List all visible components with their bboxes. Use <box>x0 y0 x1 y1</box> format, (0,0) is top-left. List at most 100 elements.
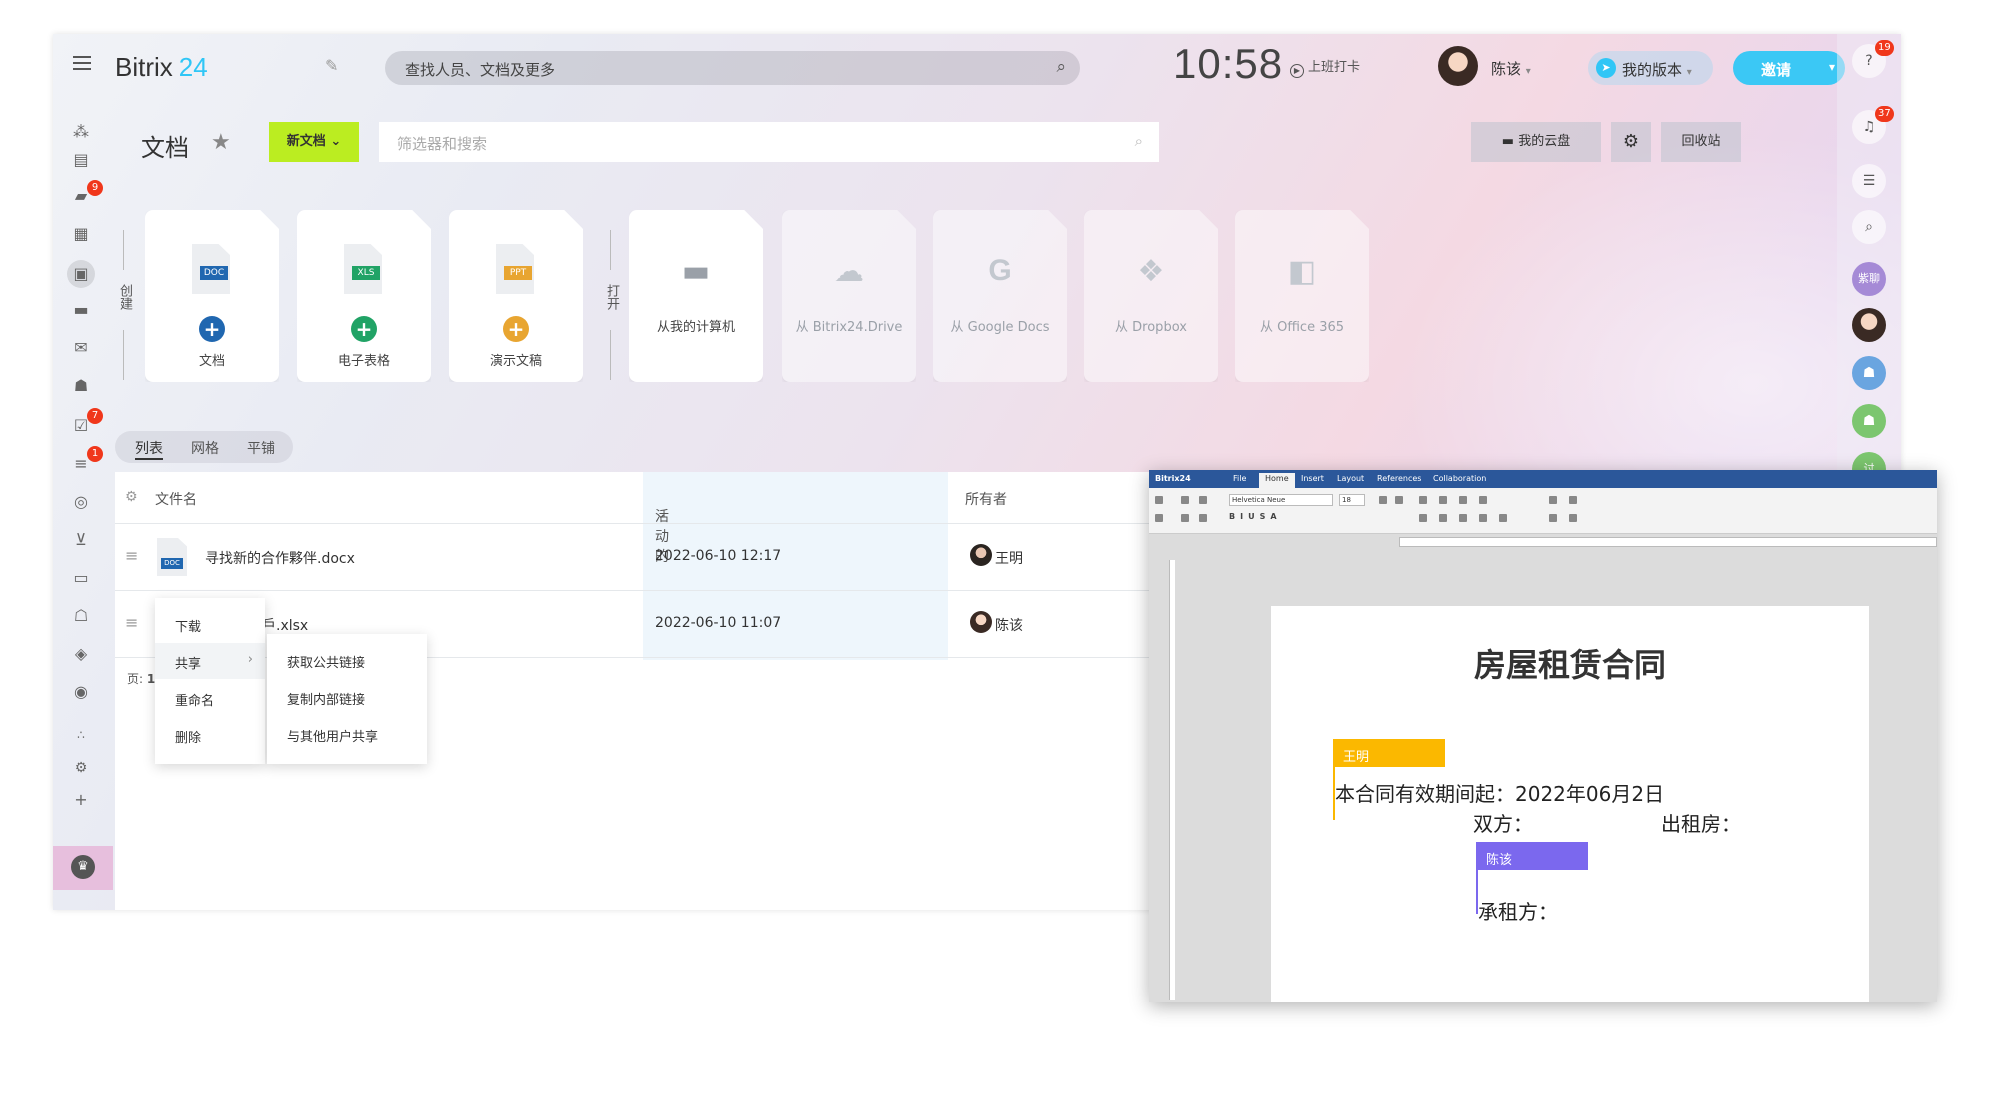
font-grow-icon[interactable] <box>1379 496 1387 504</box>
font-shrink-icon[interactable] <box>1395 496 1403 504</box>
file-name-link[interactable]: 寻找新的合作夥伴.docx <box>205 548 355 568</box>
paste-icon[interactable] <box>1199 496 1207 504</box>
search-icon[interactable]: ⌕ <box>1135 132 1143 150</box>
calendar-icon[interactable]: ▦ <box>70 224 92 243</box>
open-from-google-docs-tile[interactable]: G 从 Google Docs <box>933 210 1067 382</box>
settings-gear-button[interactable]: ⚙ <box>1611 122 1651 162</box>
plan-crown[interactable]: ♛ <box>53 846 113 890</box>
file-name-link[interactable]: 戶.xlsx <box>262 615 308 635</box>
numbering-icon[interactable] <box>1439 496 1447 504</box>
menu-item-public-link[interactable]: 获取公共链接 <box>267 642 427 678</box>
menu-item-delete[interactable]: 删除 <box>155 717 265 753</box>
menu-item-share-users[interactable]: 与其他用户共享 <box>267 716 427 752</box>
global-search-input[interactable]: 查找人员、文档及更多 ⌕ <box>385 51 1080 85</box>
filter-search-input[interactable]: 筛选器和搜索 ⌕ <box>379 122 1159 162</box>
search-icon[interactable]: ⌕ <box>1056 57 1066 77</box>
owner-avatar[interactable] <box>970 611 992 633</box>
open-from-dropbox-tile[interactable]: ❖ 从 Dropbox <box>1084 210 1218 382</box>
create-xls-tile[interactable]: XLS + 电子表格 <box>297 210 431 382</box>
groups-icon[interactable]: ☗ <box>70 376 92 395</box>
tab-collaboration[interactable]: Collaboration <box>1433 474 1486 483</box>
page-number[interactable]: 1 <box>147 672 155 686</box>
table-row[interactable]: ≡ DOC 寻找新的合作夥伴.docx 2022-06-10 12:17 王明 <box>115 524 1215 591</box>
indent-icon[interactable] <box>1479 496 1487 504</box>
tab-grid[interactable]: 网格 <box>191 438 219 458</box>
chevron-down-icon[interactable]: ▾ <box>1829 60 1835 74</box>
format-painter-icon[interactable] <box>1549 514 1557 522</box>
multilevel-icon[interactable] <box>1459 496 1467 504</box>
open-from-office365-tile[interactable]: ◧ 从 Office 365 <box>1235 210 1369 382</box>
align-left-icon[interactable] <box>1419 514 1427 522</box>
column-file-name[interactable]: 文件名 <box>155 489 197 509</box>
checkin-button[interactable]: ▶ 上班打卡 <box>1290 56 1360 78</box>
search-icon[interactable]: ⌕ <box>1852 210 1886 244</box>
drive-icon[interactable]: ▬ <box>70 300 92 319</box>
paragraph-icon[interactable] <box>1499 514 1507 522</box>
tab-insert[interactable]: Insert <box>1301 474 1324 483</box>
favorite-star-icon[interactable]: ★ <box>211 130 231 155</box>
logo[interactable]: Bitrix 24 <box>115 52 208 83</box>
edit-pencil-icon[interactable]: ✎ <box>325 56 338 75</box>
menu-item-internal-link[interactable]: 复制内部链接 <box>267 679 427 715</box>
owner-name[interactable]: 陈该 <box>995 615 1023 635</box>
row-menu-icon[interactable]: ≡ <box>125 546 138 565</box>
target-icon[interactable]: ◎ <box>70 492 92 511</box>
invite-button[interactable]: 邀请 ▾ <box>1733 51 1845 85</box>
font-size-select[interactable]: 18 <box>1339 494 1365 506</box>
open-from-computer-tile[interactable]: ▬ 从我的计算机 <box>629 210 763 382</box>
tab-home[interactable]: Home <box>1259 473 1295 488</box>
new-document-button[interactable]: 新文档 ⌄ <box>269 122 359 162</box>
align-right-icon[interactable] <box>1459 514 1467 522</box>
menu-item-rename[interactable]: 重命名 <box>155 680 265 716</box>
gear-icon[interactable]: ⚙ <box>70 760 92 778</box>
undo-icon[interactable] <box>1181 514 1189 522</box>
document-page[interactable]: 房屋租赁合同 王明 本合同有效期间起：2022年06月2日 双方： 出租房： 陈… <box>1271 606 1869 1002</box>
group-avatar-icon[interactable]: ☗ <box>1852 404 1886 438</box>
styles-icon[interactable] <box>1569 496 1577 504</box>
activity-stream-icon[interactable]: ⁂ <box>70 122 92 141</box>
robot-icon[interactable]: ☖ <box>70 606 92 625</box>
chat-avatar[interactable]: 紫聊 <box>1852 262 1886 296</box>
tab-file[interactable]: File <box>1233 474 1246 483</box>
contact-card-icon[interactable]: ▭ <box>70 568 92 587</box>
column-settings-gear-icon[interactable]: ⚙ <box>125 489 138 505</box>
redo-icon[interactable] <box>1199 514 1207 522</box>
tab-layout[interactable]: Layout <box>1337 474 1364 483</box>
user-avatar[interactable] <box>1852 308 1886 342</box>
documents-icon[interactable]: ▣ <box>67 260 95 288</box>
clear-format-icon[interactable] <box>1549 496 1557 504</box>
bullets-icon[interactable] <box>1419 496 1427 504</box>
recycle-bin-button[interactable]: 回收站 <box>1661 122 1741 162</box>
create-ppt-tile[interactable]: PPT + 演示文稿 <box>449 210 583 382</box>
tab-references[interactable]: References <box>1377 474 1421 483</box>
sitemap-icon[interactable]: ∴ <box>70 728 92 746</box>
mail-icon[interactable]: ✉ <box>70 338 92 357</box>
menu-icon[interactable] <box>73 56 91 70</box>
image-icon[interactable] <box>1569 514 1577 522</box>
create-doc-tile[interactable]: DOC + 文档 <box>145 210 279 382</box>
horizontal-ruler[interactable] <box>1399 537 1937 547</box>
copy-icon[interactable] <box>1181 496 1189 504</box>
tasks-icon[interactable]: ▤ <box>70 150 92 169</box>
tab-list[interactable]: 列表 <box>135 438 163 460</box>
menu-item-share[interactable]: 共享 › <box>155 643 265 679</box>
print-icon[interactable] <box>1155 496 1163 504</box>
row-menu-icon[interactable]: ≡ <box>125 613 138 632</box>
menu-item-download[interactable]: 下载 <box>155 606 265 642</box>
chevron-circle-icon[interactable]: ◉ <box>70 682 92 701</box>
my-drive-button[interactable]: ▬ 我的云盘 <box>1471 122 1601 162</box>
align-center-icon[interactable] <box>1439 514 1447 522</box>
save-icon[interactable] <box>1155 514 1163 522</box>
my-version-button[interactable]: ➤ 我的版本 ▾ <box>1588 51 1713 85</box>
messages-icon[interactable]: ☰ <box>1852 164 1886 198</box>
owner-name[interactable]: 王明 <box>995 548 1023 568</box>
font-name-select[interactable]: Helvetica Neue <box>1229 494 1333 506</box>
vertical-ruler[interactable] <box>1169 560 1175 1000</box>
add-icon[interactable]: + <box>70 790 92 809</box>
justify-icon[interactable] <box>1479 514 1487 522</box>
column-owner[interactable]: 所有者 <box>965 489 1007 509</box>
user-menu[interactable]: 陈该 ▾ <box>1491 58 1531 79</box>
open-from-bitrix-drive-tile[interactable]: ☁ 从 Bitrix24.Drive <box>782 210 916 382</box>
tab-tile[interactable]: 平铺 <box>247 438 275 458</box>
box-icon[interactable]: ◈ <box>70 644 92 663</box>
